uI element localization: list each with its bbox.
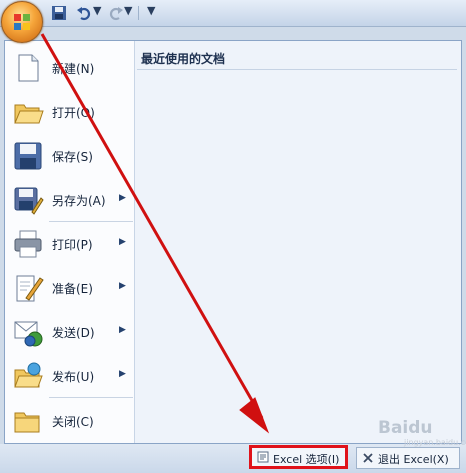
recent-documents-title: 最近使用的文档 xyxy=(141,52,226,66)
customize-qat-icon[interactable]: ▼ xyxy=(147,4,155,17)
office-menu-commands: 新建(N) 打开(O) 保存(S) 另存为(A) ▶ 打印(P) ▶ 准备(E)… xyxy=(5,41,135,443)
redo-dropdown-icon[interactable]: ▼ xyxy=(124,4,132,17)
submenu-arrow-icon: ▶ xyxy=(119,325,126,335)
undo-dropdown-icon[interactable]: ▼ xyxy=(93,4,101,17)
submenu-arrow-icon: ▶ xyxy=(119,193,126,203)
menu-item-save[interactable]: 保存(S) xyxy=(5,136,134,176)
submenu-arrow-icon: ▶ xyxy=(119,237,126,247)
office-logo-icon xyxy=(14,14,30,30)
recent-divider xyxy=(137,69,457,70)
menu-item-new[interactable]: 新建(N) xyxy=(5,48,134,88)
exit-excel-button[interactable]: 退出 Excel(X) xyxy=(356,447,460,469)
menu-item-label: 打开(O) xyxy=(52,106,95,120)
prepare-icon xyxy=(16,275,44,302)
menu-item-label: 关闭(C) xyxy=(52,415,94,429)
menu-item-label: 发送(D) xyxy=(52,326,95,340)
undo-icon[interactable] xyxy=(76,5,92,21)
office-menu: 新建(N) 打开(O) 保存(S) 另存为(A) ▶ 打印(P) ▶ 准备(E)… xyxy=(4,40,462,444)
excel-options-button[interactable]: Excel 选项(I) xyxy=(249,445,348,469)
menu-item-label: 打印(P) xyxy=(52,238,93,252)
menu-separator xyxy=(49,221,133,222)
submenu-arrow-icon: ▶ xyxy=(119,369,126,379)
open-folder-icon xyxy=(14,104,44,124)
menu-item-label: 另存为(A) xyxy=(52,194,106,208)
close-icon xyxy=(363,453,373,463)
menu-item-label: 发布(U) xyxy=(52,370,95,384)
menu-item-close[interactable]: 关闭(C) xyxy=(5,401,134,441)
watermark-url: jingyan.baidu.com xyxy=(404,438,466,447)
menu-item-print[interactable]: 打印(P) ▶ xyxy=(5,224,134,264)
menu-item-prepare[interactable]: 准备(E) ▶ xyxy=(5,268,134,308)
menu-item-send[interactable]: 发送(D) ▶ xyxy=(5,312,134,352)
send-icon xyxy=(14,321,43,347)
menu-item-save-as[interactable]: 另存为(A) ▶ xyxy=(5,180,134,220)
close-folder-icon xyxy=(14,412,40,433)
redo-icon[interactable] xyxy=(108,5,124,21)
office-button[interactable] xyxy=(1,1,43,43)
menu-item-label: 新建(N) xyxy=(52,62,95,76)
options-icon xyxy=(257,451,269,463)
submenu-arrow-icon: ▶ xyxy=(119,281,126,291)
exit-excel-label: 退出 Excel(X) xyxy=(378,453,449,466)
qat-separator xyxy=(138,6,139,20)
publish-icon xyxy=(14,362,43,388)
save-as-icon xyxy=(14,187,44,215)
watermark-logo: Baidu xyxy=(378,418,433,438)
printer-icon xyxy=(14,230,42,258)
save-disk-icon xyxy=(14,142,42,170)
new-document-icon xyxy=(18,54,39,82)
menu-item-label: 准备(E) xyxy=(52,282,93,296)
menu-item-open[interactable]: 打开(O) xyxy=(5,92,134,132)
quick-access-toolbar: ▼ ▼ ▼ xyxy=(0,0,466,27)
save-icon[interactable] xyxy=(51,5,67,21)
menu-separator xyxy=(49,397,133,398)
excel-options-label: Excel 选项(I) xyxy=(273,453,340,466)
menu-item-label: 保存(S) xyxy=(52,150,93,164)
menu-item-publish[interactable]: 发布(U) ▶ xyxy=(5,356,134,396)
recent-documents-list xyxy=(137,71,459,441)
